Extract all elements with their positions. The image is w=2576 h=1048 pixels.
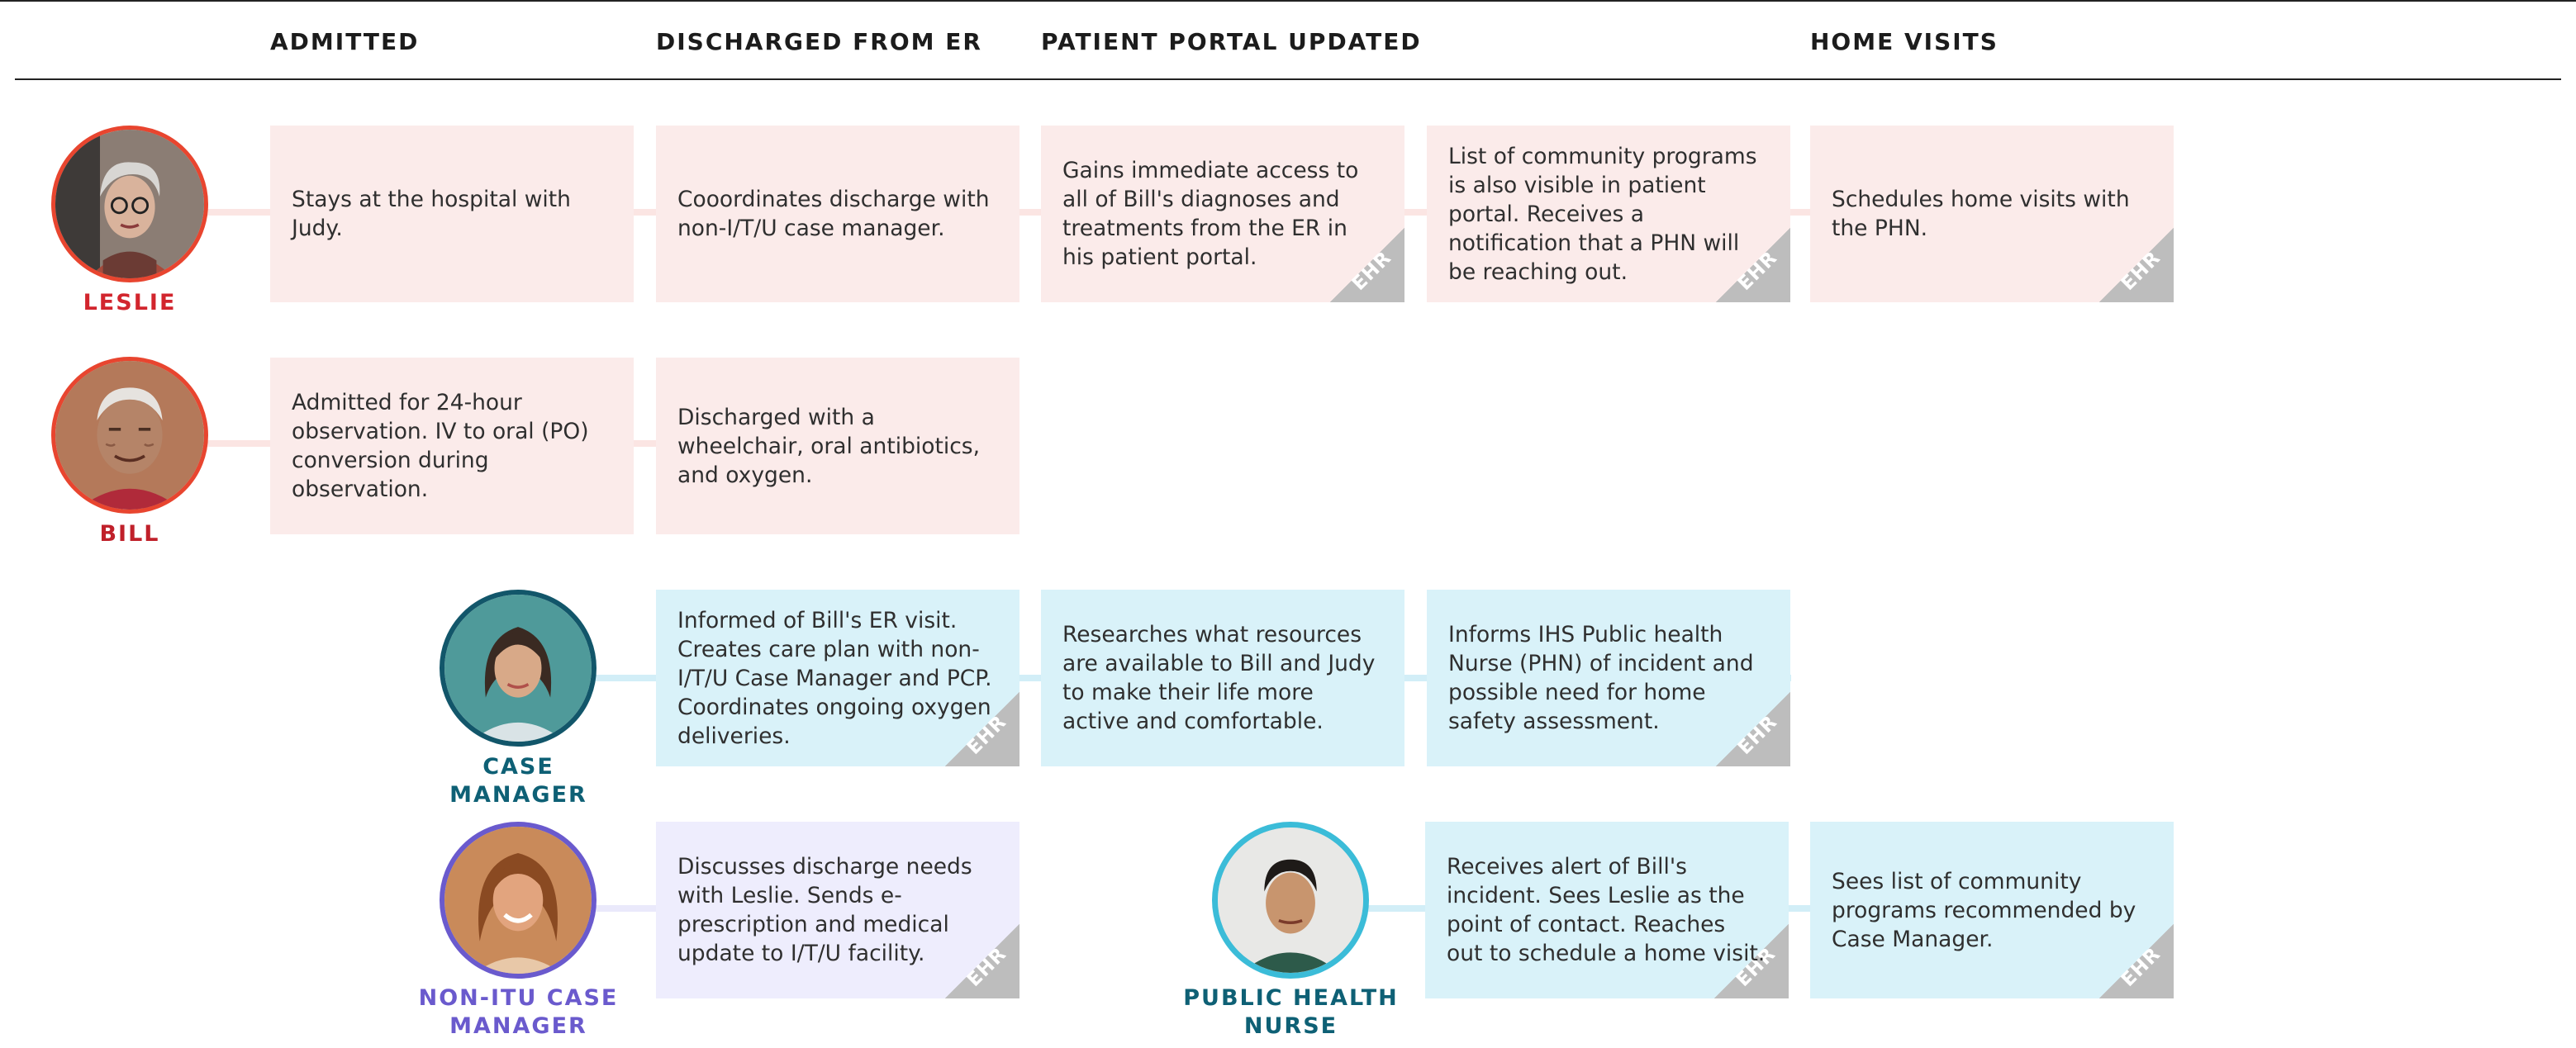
column-header-admitted: ADMITTED bbox=[270, 28, 420, 55]
non-itu-name-line-1: NON-ITU CASE bbox=[418, 985, 619, 1011]
top-rule bbox=[0, 0, 2576, 2]
leslie-discharged-text: Cooordinates discharge with non-I/T/U ca… bbox=[677, 187, 990, 241]
leslie-discharged-card: Cooordinates discharge with non-I/T/U ca… bbox=[656, 126, 1019, 302]
case-manager-portal-card: Researches what resources are available … bbox=[1041, 590, 1404, 766]
bill-name: BILL bbox=[99, 521, 160, 547]
bill-discharged-text: Discharged with a wheelchair, oral antib… bbox=[677, 404, 981, 488]
person-bill-icon bbox=[55, 361, 204, 510]
public-health-nurse-name-line-2: NURSE bbox=[1243, 1013, 1338, 1039]
public-health-nurse-name: PUBLIC HEALTH NURSE bbox=[1181, 984, 1400, 1041]
leslie-admitted-text: Stays at the hospital with Judy. bbox=[292, 187, 571, 241]
column-header-patient-portal-updated: PATIENT PORTAL UPDATED bbox=[1041, 28, 1422, 55]
leslie-avatar bbox=[51, 126, 208, 282]
non-itu-row-connector bbox=[593, 905, 659, 912]
non-itu-case-manager-name: NON-ITU CASE MANAGER bbox=[413, 984, 624, 1041]
leslie-home-visits-card: Schedules home visits with the PHN. EHR bbox=[1810, 126, 2174, 302]
leslie-portal-text: Gains immediate access to all of Bill's … bbox=[1062, 158, 1359, 270]
person-leslie-icon bbox=[55, 130, 204, 278]
case-manager-discharged-card: Informed of Bill's ER visit. Creates car… bbox=[656, 590, 1019, 766]
person-case-manager-icon bbox=[444, 595, 592, 742]
bill-avatar bbox=[51, 357, 208, 514]
public-health-nurse-portal-2-text: Receives alert of Bill's incident. Sees … bbox=[1447, 854, 1766, 966]
public-health-nurse-portal-2-card: Receives alert of Bill's incident. Sees … bbox=[1425, 822, 1789, 998]
public-health-nurse-name-line-1: PUBLIC HEALTH bbox=[1183, 985, 1399, 1011]
person-public-health-nurse-icon bbox=[1218, 827, 1363, 973]
case-manager-discharged-text: Informed of Bill's ER visit. Creates car… bbox=[677, 607, 992, 749]
bill-admitted-text: Admitted for 24-hour observation. IV to … bbox=[292, 390, 589, 502]
case-manager-name: CASE MANAGER bbox=[449, 754, 587, 808]
bill-admitted-card: Admitted for 24-hour observation. IV to … bbox=[270, 358, 634, 534]
case-manager-portal-2-card: Informs IHS Public health Nurse (PHN) of… bbox=[1427, 590, 1790, 766]
leslie-home-visits-text: Schedules home visits with the PHN. bbox=[1832, 187, 2130, 241]
public-health-nurse-home-visits-card: Sees list of community programs recommen… bbox=[1810, 822, 2174, 998]
column-header-home-visits: HOME VISITS bbox=[1810, 28, 1999, 55]
non-itu-name-line-2: MANAGER bbox=[449, 1013, 587, 1039]
leslie-admitted-card: Stays at the hospital with Judy. bbox=[270, 126, 634, 302]
case-manager-portal-text: Researches what resources are available … bbox=[1062, 622, 1376, 734]
non-itu-discharged-text: Discusses discharge needs with Leslie. S… bbox=[677, 854, 972, 966]
public-health-nurse-home-visits-text: Sees list of community programs recommen… bbox=[1832, 868, 2136, 952]
person-non-itu-case-manager-icon bbox=[444, 827, 592, 974]
header-rule bbox=[15, 78, 2561, 80]
bill-discharged-card: Discharged with a wheelchair, oral antib… bbox=[656, 358, 1019, 534]
leslie-portal-card: Gains immediate access to all of Bill's … bbox=[1041, 126, 1404, 302]
leslie-name: LESLIE bbox=[83, 290, 177, 315]
public-health-nurse-avatar bbox=[1212, 822, 1369, 979]
case-manager-portal-2-text: Informs IHS Public health Nurse (PHN) of… bbox=[1448, 622, 1754, 734]
non-itu-discharged-card: Discusses discharge needs with Leslie. S… bbox=[656, 822, 1019, 998]
ehr-label: EHR bbox=[2117, 247, 2165, 296]
leslie-portal-2-text: List of community programs is also visib… bbox=[1448, 143, 1757, 285]
non-itu-case-manager-avatar bbox=[440, 822, 596, 979]
column-header-discharged-from-er: DISCHARGED FROM ER bbox=[656, 28, 982, 55]
leslie-portal-2-card: List of community programs is also visib… bbox=[1427, 126, 1790, 302]
case-manager-avatar bbox=[440, 590, 596, 747]
